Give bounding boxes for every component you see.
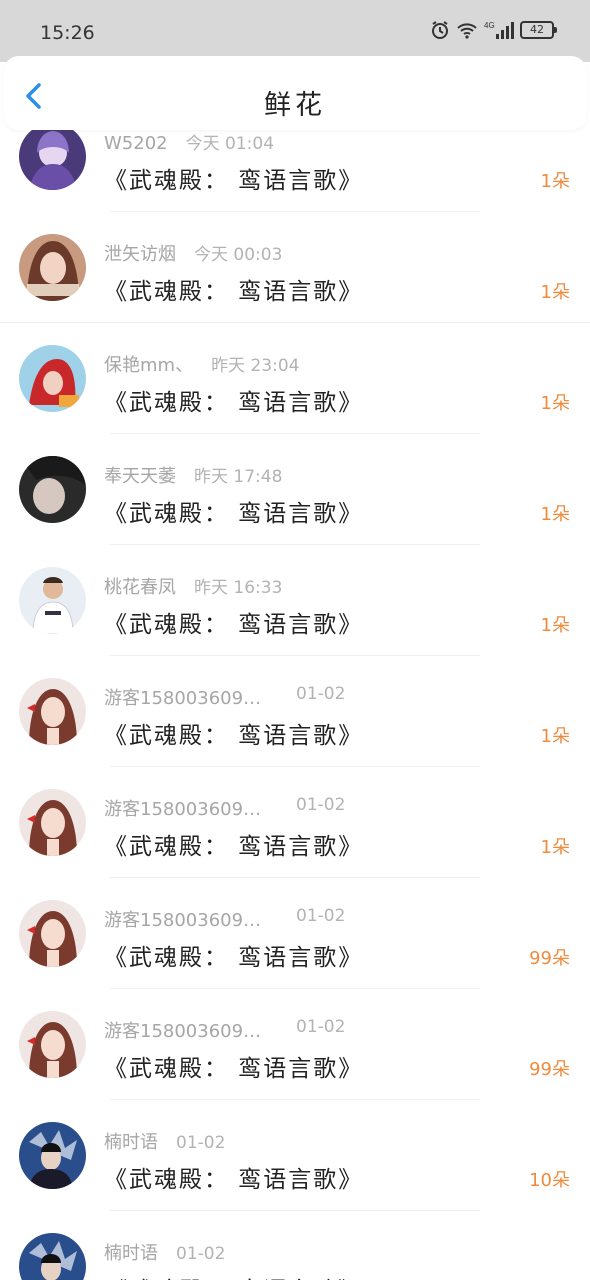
book-title: 《武魂殿： 鸾语言歌》 bbox=[104, 1167, 364, 1193]
flower-count: 10朵 bbox=[529, 1170, 570, 1191]
flower-list[interactable]: W5202 今天 01:04 《武魂殿： 鸾语言歌》 1朵 泄矢访烟 今天 00:03 《武… bbox=[0, 128, 590, 1280]
avatar[interactable] bbox=[19, 1233, 86, 1280]
sender-name[interactable]: 游客158003609… bbox=[104, 910, 261, 931]
flower-count: 99朵 bbox=[529, 1059, 570, 1080]
sender-line: 游客158003609… 01-02 bbox=[104, 795, 345, 821]
sent-time: 今天 01:04 bbox=[185, 134, 275, 154]
book-title: 《武魂殿： 鸾语言歌》 bbox=[104, 723, 364, 749]
list-item[interactable]: 游客158003609… 01-02 《武魂殿： 鸾语言歌》 99朵 bbox=[0, 878, 590, 989]
sender-name[interactable]: 楠时语 bbox=[104, 1132, 158, 1153]
page-title: 鲜花 bbox=[264, 90, 326, 121]
list-item[interactable]: 游客158003609… 01-02 《武魂殿： 鸾语言歌》 1朵 bbox=[0, 656, 590, 767]
book-title: 《武魂殿： 鸾语言歌》 bbox=[104, 390, 364, 416]
flower-count: 1朵 bbox=[540, 837, 570, 858]
flower-count: 1朵 bbox=[540, 615, 570, 636]
avatar[interactable] bbox=[19, 1011, 86, 1078]
svg-text:4G: 4G bbox=[484, 21, 495, 30]
flower-count: 1朵 bbox=[540, 282, 570, 303]
flower-count: 99朵 bbox=[529, 948, 570, 969]
list-item[interactable]: 奉天天萎 昨天 17:48 《武魂殿： 鸾语言歌》 1朵 bbox=[0, 434, 590, 545]
flower-count: 1朵 bbox=[540, 393, 570, 414]
sent-time: 01-02 bbox=[296, 906, 346, 926]
sent-time: 昨天 16:33 bbox=[194, 578, 283, 598]
avatar[interactable] bbox=[19, 456, 86, 523]
book-title: 《武魂殿： 鸾语言歌》 bbox=[104, 945, 364, 971]
list-item[interactable]: 游客158003609… 01-02 《武魂殿： 鸾语言歌》 99朵 bbox=[0, 989, 590, 1100]
book-title: 《武魂殿： 鸾语言歌》 bbox=[104, 501, 364, 527]
list-item[interactable]: 游客158003609… 01-02 《武魂殿： 鸾语言歌》 1朵 bbox=[0, 767, 590, 878]
sent-time: 01-02 bbox=[296, 795, 346, 815]
status-bar: 15:26 4G 42 bbox=[0, 0, 590, 62]
sender-line: 游客158003609… 01-02 bbox=[104, 1017, 345, 1043]
sender-line: 保艳mm、 昨天 23:04 bbox=[104, 351, 299, 377]
list-item[interactable]: 桃花春凤 昨天 16:33 《武魂殿： 鸾语言歌》 1朵 bbox=[0, 545, 590, 656]
sender-line: W5202 今天 01:04 bbox=[104, 129, 274, 154]
alarm-icon bbox=[430, 20, 450, 40]
sender-name[interactable]: 泄矢访烟 bbox=[104, 244, 176, 265]
flower-count: 1朵 bbox=[540, 504, 570, 525]
sent-time: 01-02 bbox=[176, 1244, 226, 1264]
sender-line: 奉天天萎 昨天 17:48 bbox=[104, 462, 282, 488]
flower-count: 1朵 bbox=[540, 726, 570, 747]
avatar[interactable] bbox=[19, 789, 86, 856]
book-title: 《武魂殿： 鸾语言歌》 bbox=[104, 1271, 363, 1280]
book-title: 《武魂殿： 鸾语言歌》 bbox=[104, 612, 364, 638]
list-item[interactable]: 楠时语 01-02 《武魂殿： 鸾语言歌》 10朵 bbox=[0, 1100, 590, 1211]
book-title: 《武魂殿： 鸾语言歌》 bbox=[104, 834, 364, 860]
sent-time: 昨天 17:48 bbox=[194, 467, 283, 487]
sender-name[interactable]: W5202 bbox=[104, 133, 168, 154]
sent-time: 昨天 23:04 bbox=[211, 356, 300, 376]
sent-time: 今天 00:03 bbox=[194, 245, 283, 265]
status-icons: 4G 42 bbox=[430, 20, 557, 40]
book-title: 《武魂殿： 鸾语言歌》 bbox=[104, 1056, 364, 1082]
sent-time: 01-02 bbox=[176, 1133, 226, 1153]
avatar[interactable] bbox=[19, 678, 86, 745]
sender-line: 楠时语 01-02 bbox=[104, 1128, 225, 1154]
sender-line: 游客158003609… 01-02 bbox=[104, 906, 345, 932]
sent-time: 01-02 bbox=[296, 1017, 346, 1037]
sender-line: 泄矢访烟 今天 00:03 bbox=[104, 240, 282, 266]
status-time: 15:26 bbox=[40, 22, 95, 44]
sender-name[interactable]: 保艳mm、 bbox=[104, 355, 193, 376]
list-item[interactable]: W5202 今天 01:04 《武魂殿： 鸾语言歌》 1朵 bbox=[0, 128, 590, 212]
sent-time: 01-02 bbox=[296, 684, 346, 704]
avatar[interactable] bbox=[19, 567, 86, 634]
sender-name[interactable]: 楠时语 bbox=[104, 1243, 158, 1264]
signal-icon: 4G bbox=[484, 20, 514, 40]
list-item[interactable]: 楠时语01-02《武魂殿： 鸾语言歌》10朵 bbox=[0, 1211, 590, 1280]
sender-name[interactable]: 游客158003609… bbox=[104, 1021, 261, 1042]
list-item[interactable]: 泄矢访烟 今天 00:03 《武魂殿： 鸾语言歌》 1朵 bbox=[0, 212, 590, 323]
sender-line: 楠时语 01-02 bbox=[104, 1239, 225, 1265]
sender-line: 游客158003609… 01-02 bbox=[104, 684, 345, 710]
book-title: 《武魂殿： 鸾语言歌》 bbox=[104, 279, 364, 305]
wifi-icon bbox=[456, 20, 478, 40]
sender-name[interactable]: 桃花春凤 bbox=[104, 577, 176, 598]
book-title: 《武魂殿： 鸾语言歌》 bbox=[104, 168, 364, 194]
avatar[interactable] bbox=[19, 345, 86, 412]
sender-name[interactable]: 奉天天萎 bbox=[104, 466, 176, 487]
flower-count: 1朵 bbox=[540, 171, 570, 192]
header: 鲜花 bbox=[3, 56, 587, 130]
avatar[interactable] bbox=[19, 234, 86, 301]
avatar[interactable] bbox=[19, 1122, 86, 1189]
avatar[interactable] bbox=[19, 900, 86, 967]
avatar[interactable] bbox=[19, 128, 86, 190]
list-item[interactable]: 保艳mm、 昨天 23:04 《武魂殿： 鸾语言歌》 1朵 bbox=[0, 323, 590, 434]
battery-icon: 42 bbox=[520, 21, 557, 39]
sender-name[interactable]: 游客158003609… bbox=[104, 799, 261, 820]
sender-name[interactable]: 游客158003609… bbox=[104, 688, 261, 709]
sender-line: 桃花春凤 昨天 16:33 bbox=[104, 573, 282, 599]
